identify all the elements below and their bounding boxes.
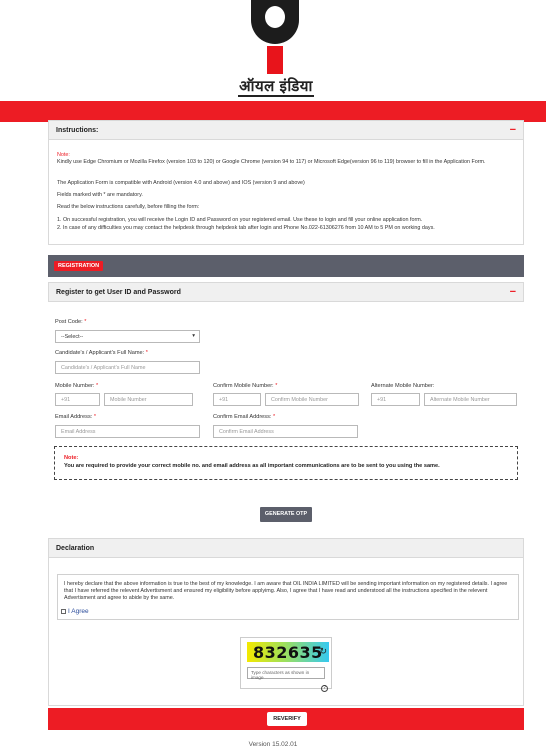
required-asterisk: *	[273, 414, 276, 420]
confirm-mobile-input[interactable]: Confirm Mobile Number	[265, 393, 359, 406]
alternate-mobile-country-code: +91	[371, 393, 420, 406]
post-code-label: Post Code: *	[55, 319, 87, 325]
generate-otp-button[interactable]: GENERATE OTP	[260, 507, 312, 522]
confirm-email-label: Confirm Email Address: *	[213, 414, 276, 420]
full-name-input[interactable]: Candidate's / Applicant's Full Name	[55, 361, 200, 374]
registration-note: Note: You are required to provide your c…	[54, 446, 518, 480]
confirm-mobile-country-code: +91	[213, 393, 261, 406]
required-asterisk: *	[93, 414, 97, 420]
email-label: Email Address: *	[55, 414, 97, 420]
mobile-input[interactable]: Mobile Number	[104, 393, 193, 406]
captcha-input[interactable]: Type characters as shown in image	[247, 667, 325, 680]
instructions-body: Note: Kindly use Edge Chromium or Mozill…	[48, 140, 524, 245]
collapse-icon[interactable]: −	[510, 124, 516, 136]
captcha-card: 832635 ↻ Type characters as shown in ima…	[240, 637, 332, 689]
full-name-label: Candidate's / Applicant's Full Name: *	[55, 350, 148, 356]
mobile-country-code: +91	[55, 393, 100, 406]
alternate-mobile-label: Alternate Mobile Number:	[371, 383, 435, 389]
collapse-icon[interactable]: −	[510, 286, 516, 298]
instruction-item-2: 2. In case of any difficulties you may c…	[57, 225, 435, 231]
post-code-select[interactable]: --Select-- ▾	[55, 330, 200, 343]
logo-underline	[238, 95, 314, 97]
checkbox-icon[interactable]	[61, 608, 66, 614]
alternate-mobile-input[interactable]: Alternate Mobile Number	[424, 393, 517, 406]
compat-note: The Application Form is compatible with …	[57, 180, 305, 186]
registration-tab[interactable]: REGISTRATION	[54, 261, 104, 271]
declaration-title: Declaration	[56, 545, 95, 552]
confirm-mobile-label: Confirm Mobile Number: *	[213, 383, 278, 389]
browser-note: Kindly use Edge Chromium or Mozilla Fire…	[57, 159, 486, 165]
instruction-item-1: 1. On successful registration, you will …	[57, 217, 423, 223]
confirm-email-input[interactable]: Confirm Email Address	[213, 425, 358, 438]
instructions-title: Instructions:	[56, 127, 99, 134]
required-asterisk: *	[84, 319, 87, 325]
captcha-image: 832635 ↻	[247, 642, 329, 662]
version-text: Version 15.02.01	[248, 741, 298, 748]
help-icon[interactable]: ?	[321, 685, 328, 692]
refresh-icon[interactable]: ↻	[319, 646, 327, 657]
action-bar: REVERIFY	[48, 708, 524, 730]
declaration-text: I hereby declare that the above informat…	[57, 574, 519, 620]
agree-label: I Agree	[68, 608, 89, 615]
logo-text: ऑयल इंडिया	[239, 78, 313, 95]
reverify-button[interactable]: REVERIFY	[267, 712, 307, 726]
instructions-header[interactable]: Instructions: −	[48, 120, 524, 140]
mandatory-note: Fields marked with * are mandatory.	[57, 192, 143, 198]
mobile-label: Mobile Number: *	[55, 383, 99, 389]
captcha-code: 832635	[253, 643, 323, 662]
header-red-band	[0, 101, 546, 122]
declaration-header: Declaration	[48, 538, 524, 558]
required-asterisk: *	[145, 350, 148, 356]
agree-checkbox[interactable]: I Agree	[61, 608, 89, 615]
logo-drop-shape	[251, 0, 299, 44]
read-note: Read the below instructions carefully, b…	[57, 204, 200, 210]
register-section-title: Register to get User ID and Password	[56, 289, 181, 296]
register-section-header[interactable]: Register to get User ID and Password −	[48, 282, 524, 302]
required-asterisk: *	[275, 383, 278, 389]
registration-note-text: You are required to provide your correct…	[64, 463, 440, 469]
registration-bar: REGISTRATION	[48, 255, 524, 277]
required-asterisk: *	[96, 383, 99, 389]
logo-red-bar	[267, 46, 283, 74]
oil-india-logo: ऑयल इंडिया	[232, 0, 320, 98]
email-input[interactable]: Email Address	[55, 425, 200, 438]
instructions-note-label: Note:	[57, 152, 70, 158]
registration-note-label: Note:	[64, 455, 79, 461]
chevron-down-icon: ▾	[192, 333, 195, 339]
